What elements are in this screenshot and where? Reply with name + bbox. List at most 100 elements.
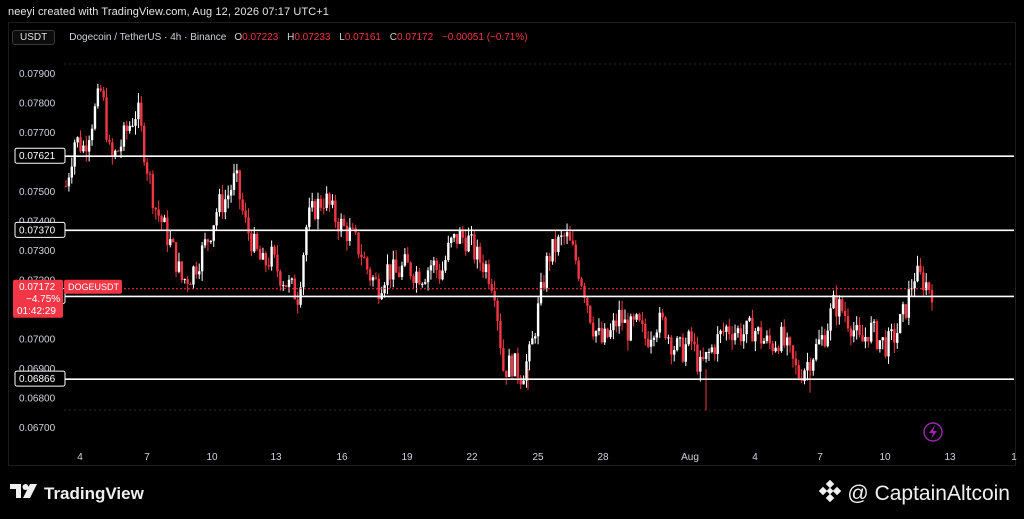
candle-body [163, 217, 166, 223]
currency-button[interactable]: USDT [12, 29, 56, 45]
candle-body [496, 300, 499, 322]
candle-body [525, 361, 528, 381]
candle-body [594, 331, 598, 337]
candle-body [513, 353, 517, 377]
candle-body [577, 260, 580, 279]
candle-body [771, 343, 774, 352]
candle-body [823, 335, 827, 347]
candle-body [290, 278, 294, 280]
candle-body [195, 266, 198, 275]
candle-body [409, 262, 412, 277]
candle-body [79, 137, 82, 152]
candle-body [325, 193, 328, 209]
candle-body [617, 309, 621, 327]
candle-body [777, 347, 780, 351]
candle-body [171, 239, 175, 243]
candle-body [560, 235, 563, 237]
candle-body [177, 261, 181, 272]
candle-body [253, 233, 256, 252]
x-tick-label: 10 [879, 452, 891, 463]
candle-body [898, 314, 902, 334]
candle-body [675, 338, 679, 351]
candle-body [603, 328, 606, 343]
candle-body [838, 299, 841, 317]
price-tag-countdown: 01:42:29 [17, 306, 56, 317]
candle-body [122, 125, 126, 147]
candle-body [276, 254, 279, 272]
candle-body [351, 227, 354, 229]
candle-body [571, 240, 575, 245]
candle-body [635, 314, 638, 320]
candle-body [600, 328, 604, 343]
candle-body [415, 271, 418, 284]
candle-body [629, 316, 632, 341]
candle-body [658, 312, 661, 333]
candle-body [302, 254, 305, 288]
candle-body [174, 242, 178, 272]
y-tick-label: 0.06700 [19, 423, 56, 434]
candle-body [507, 355, 511, 378]
candle-body [345, 225, 349, 242]
candle-body [131, 125, 134, 127]
x-tick-label: 16 [336, 452, 348, 463]
candle-body [548, 255, 551, 262]
candle-body [869, 322, 873, 342]
x-tick-label: 4 [752, 452, 758, 463]
candle-body [806, 362, 809, 371]
candle-body [481, 262, 485, 273]
candle-body [224, 199, 227, 213]
candle-body [693, 341, 696, 345]
candle-body [632, 316, 635, 320]
candle-body [896, 333, 899, 343]
candle-body [919, 265, 922, 273]
candle-body [652, 337, 656, 340]
tradingview-logo[interactable]: TradingView [10, 483, 144, 504]
candle-body [279, 271, 282, 286]
candle-body [890, 329, 893, 332]
candle-body [432, 260, 436, 266]
symbol-tag-label: DOGEUSDT [68, 282, 120, 292]
candle-body [829, 308, 832, 331]
candle-body [151, 174, 155, 208]
candle-body [620, 309, 624, 323]
candle-body [707, 351, 711, 353]
candle-body [403, 254, 407, 266]
ohlc-readout: O0.07223 H0.07233 L0.07161 C0.07172 −0.0… [234, 32, 527, 43]
candle-body [119, 146, 123, 152]
candle-body [713, 347, 716, 355]
candle-body [690, 331, 693, 342]
candle-body [505, 370, 508, 378]
y-tick-label: 0.07700 [19, 128, 56, 139]
candle-body [754, 331, 757, 342]
candle-body [490, 284, 493, 291]
candle-body [226, 195, 230, 200]
candle-body [843, 310, 847, 316]
level-label: 0.07370 [19, 225, 56, 236]
y-tick-label: 0.07800 [19, 98, 56, 109]
candle-body [206, 239, 210, 243]
candle-body [574, 244, 577, 261]
candle-body [728, 326, 731, 335]
candle-body [684, 344, 688, 362]
price-tag-value: 0.07172 [19, 282, 56, 293]
candle-body [374, 277, 378, 279]
candle-body [70, 166, 73, 178]
symbol-label[interactable]: Dogecoin / TetherUS · 4h · Binance [69, 32, 226, 43]
candle-body [615, 320, 618, 327]
binance-icon [819, 479, 842, 508]
candle-body [797, 365, 800, 379]
candle-body [788, 337, 792, 346]
candle-body [487, 264, 491, 285]
candle-body [901, 304, 905, 315]
candle-body [687, 331, 690, 345]
candle-body [400, 265, 404, 277]
candle-body [904, 304, 908, 318]
price-chart[interactable]: 0.079000.078000.077000.075000.074000.073… [0, 0, 1024, 519]
candle-body [334, 200, 337, 222]
candle-body [855, 324, 858, 331]
low-label: L [339, 31, 345, 43]
candle-body [791, 345, 795, 359]
candle-body [762, 341, 766, 344]
candle-body [267, 265, 270, 267]
candle-body [478, 246, 482, 263]
